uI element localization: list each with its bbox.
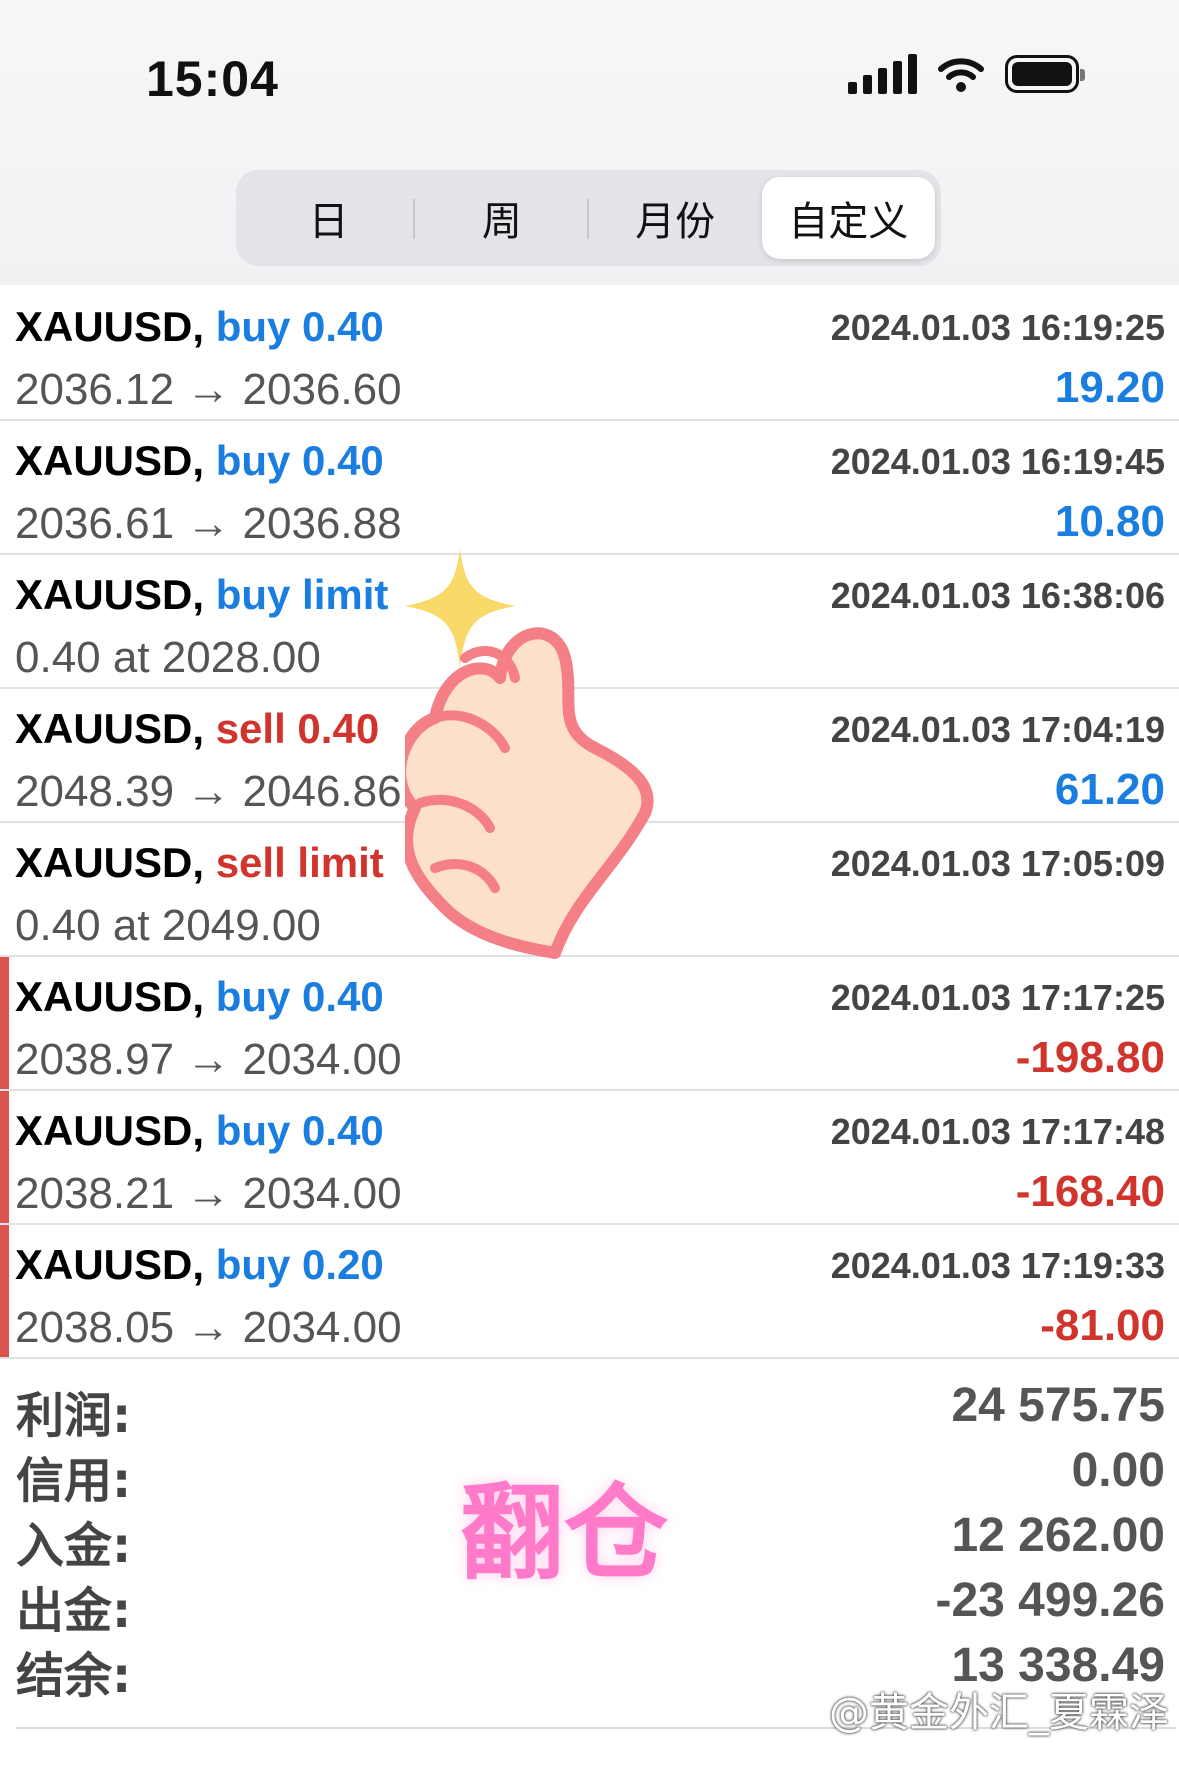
order-profit: 19.20 — [1054, 363, 1165, 412]
order-row[interactable]: XAUUSD, buy 0.40 2024.01.03 17:17:25 2038.… — [0, 957, 1179, 1091]
order-side: sell 0.40 — [215, 705, 380, 752]
order-prices: 2036.12 → 2036.60 — [15, 365, 402, 414]
order-time: 2024.01.03 17:04:19 — [830, 709, 1165, 750]
battery-icon — [1005, 55, 1085, 93]
order-side: buy 0.40 — [215, 973, 384, 1020]
order-symbol-line: XAUUSD, sell limit — [15, 839, 384, 887]
order-prices: 2048.39 → 2046.86 — [15, 767, 402, 816]
status-icons — [848, 54, 1085, 94]
segment-day[interactable]: 日 — [242, 177, 416, 259]
order-prices: 2038.05 → 2034.00 — [15, 1303, 402, 1352]
order-row[interactable]: XAUUSD, buy 0.40 2024.01.03 16:19:25 2036.… — [0, 287, 1179, 421]
order-profit: 61.20 — [1054, 765, 1165, 814]
order-symbol-line: XAUUSD, buy 0.40 — [15, 973, 384, 1021]
order-row[interactable]: XAUUSD, buy 0.20 2024.01.03 17:19:33 2038.… — [0, 1225, 1179, 1359]
order-symbol: XAUUSD, — [15, 437, 205, 484]
order-profit: -81.00 — [1040, 1301, 1165, 1350]
wifi-icon — [938, 58, 984, 92]
order-side: buy 0.40 — [215, 437, 384, 484]
order-row[interactable]: XAUUSD, buy 0.40 2024.01.03 17:17:48 2038.… — [0, 1091, 1179, 1225]
order-symbol: XAUUSD, — [15, 1107, 205, 1154]
order-prices: 2036.61 → 2036.88 — [15, 499, 402, 548]
summary-value: 12 262.00 — [951, 1509, 1165, 1562]
order-side: buy 0.40 — [215, 1107, 384, 1154]
order-side: buy 0.20 — [215, 1241, 384, 1288]
summary-label: 结余: — [16, 1648, 132, 1704]
watermark-text: @黄金外汇_夏霖泽 — [829, 1690, 1169, 1736]
order-profit: -198.80 — [1015, 1033, 1165, 1082]
summary-label: 利润: — [16, 1388, 132, 1444]
order-side: buy limit — [215, 571, 389, 618]
order-prices: 2038.97 → 2034.00 — [15, 1035, 402, 1084]
order-time: 2024.01.03 17:17:48 — [830, 1111, 1165, 1152]
thumbs-up-sticker-icon — [405, 548, 654, 959]
summary-label: 出金: — [16, 1583, 132, 1639]
order-symbol-line: XAUUSD, buy 0.20 — [15, 1241, 384, 1289]
summary-value: -23 499.26 — [935, 1574, 1165, 1627]
order-symbol: XAUUSD, — [15, 1241, 205, 1288]
period-segmented-control: 日 周 月份 自定义 — [236, 170, 941, 266]
order-row[interactable]: XAUUSD, buy 0.40 2024.01.03 16:19:45 2036.… — [0, 421, 1179, 555]
order-symbol: XAUUSD, — [15, 973, 205, 1020]
order-time: 2024.01.03 16:19:25 — [830, 307, 1165, 348]
summary-value: 24 575.75 — [951, 1379, 1165, 1432]
summary-row: 利润: 24 575.75 — [0, 1372, 1179, 1444]
order-side: buy 0.40 — [215, 303, 384, 350]
order-prices: 0.40 at 2028.00 — [15, 633, 321, 682]
order-symbol: XAUUSD, — [15, 571, 205, 618]
header-area: 15:04 日 周 月份 自定义 — [0, 0, 1179, 285]
segment-custom[interactable]: 自定义 — [761, 177, 935, 259]
order-time: 2024.01.03 16:19:45 — [830, 441, 1165, 482]
summary-value: 0.00 — [1071, 1444, 1165, 1497]
order-symbol-line: XAUUSD, sell 0.40 — [15, 705, 379, 753]
order-time: 2024.01.03 17:19:33 — [830, 1245, 1165, 1286]
order-time: 2024.01.03 16:38:06 — [830, 575, 1165, 616]
summary-label: 入金: — [16, 1518, 132, 1574]
order-profit: 10.80 — [1054, 497, 1165, 546]
summary-label: 信用: — [16, 1453, 132, 1509]
segment-week[interactable]: 周 — [415, 177, 589, 259]
order-symbol-line: XAUUSD, buy 0.40 — [15, 303, 384, 351]
status-time: 15:04 — [146, 51, 279, 107]
order-symbol: XAUUSD, — [15, 839, 205, 886]
order-symbol-line: XAUUSD, buy 0.40 — [15, 1107, 384, 1155]
order-profit: -168.40 — [1015, 1167, 1165, 1216]
order-time: 2024.01.03 17:05:09 — [830, 843, 1165, 884]
overlay-text: 翻仓 — [460, 1472, 669, 1594]
order-prices: 2038.21 → 2034.00 — [15, 1169, 402, 1218]
order-side: sell limit — [215, 839, 384, 886]
order-time: 2024.01.03 17:17:25 — [830, 977, 1165, 1018]
order-symbol-line: XAUUSD, buy 0.40 — [15, 437, 384, 485]
order-symbol: XAUUSD, — [15, 303, 205, 350]
order-symbol: XAUUSD, — [15, 705, 205, 752]
signal-icon — [848, 54, 917, 94]
segment-month[interactable]: 月份 — [589, 177, 762, 259]
order-symbol-line: XAUUSD, buy limit — [15, 571, 388, 619]
order-prices: 0.40 at 2049.00 — [15, 901, 321, 950]
